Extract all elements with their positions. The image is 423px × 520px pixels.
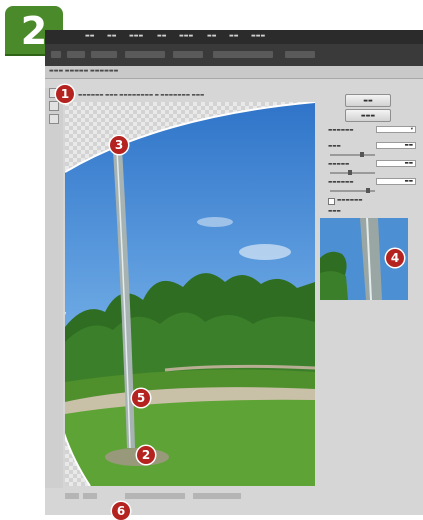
menu-item[interactable]: ▬▬▬	[179, 33, 193, 39]
dialog-title-bar: ▬▬▬ ▬▬▬▬▬ ▬▬▬▬▬▬	[45, 66, 423, 79]
slider-thumb[interactable]	[366, 188, 370, 193]
menu-item[interactable]: ▬▬	[107, 33, 116, 39]
tool-preset-icon[interactable]	[51, 51, 61, 58]
crop-factor-field[interactable]: ▬▬	[376, 178, 416, 185]
correction-label: ▬▬▬▬▬▬	[328, 128, 354, 133]
callout-badge: 5	[132, 389, 150, 407]
callout-badge: 2	[137, 446, 155, 464]
slider-thumb[interactable]	[348, 170, 352, 175]
constraint-instruction: ▬▬▬▬▬▬ ▬▬▬ ▬▬▬▬▬▬▬▬ ▬ ▬▬▬▬▬▬▬ ▬▬▬	[78, 93, 205, 98]
zoom-in-button[interactable]	[83, 493, 97, 499]
as-shot-label: ▬▬▬▬▬▬	[337, 198, 363, 203]
as-shot-checkbox[interactable]	[328, 198, 335, 205]
focal-length-label: ▬▬▬▬▬	[328, 162, 350, 167]
distorted-panorama-photo	[65, 102, 315, 486]
callout-badge: 1	[56, 85, 74, 103]
crop-factor-label: ▬▬▬▬▬▬	[328, 180, 354, 185]
options-control[interactable]	[125, 51, 165, 58]
scale-field[interactable]: ▬▬	[376, 142, 416, 149]
scale-label: ▬▬▬	[328, 144, 341, 149]
scale-slider[interactable]	[330, 152, 375, 157]
menu-item[interactable]: ▬▬	[157, 33, 166, 39]
menu-item[interactable]: ▬▬	[85, 33, 94, 39]
canvas-zoom-bar	[65, 490, 315, 502]
crop-factor-slider[interactable]	[330, 188, 375, 193]
app-options-bar	[45, 44, 423, 67]
focal-length-field[interactable]: ▬▬	[376, 160, 416, 167]
options-control[interactable]	[173, 51, 203, 58]
menu-item[interactable]: ▬▬	[229, 33, 238, 39]
callout-badge: 6	[112, 502, 130, 520]
cancel-button[interactable]: ▬▬▬	[345, 109, 391, 122]
menu-item[interactable]: ▬▬	[207, 33, 216, 39]
filter-dialog: ▬▬▬ ▬▬▬▬▬ ▬▬▬▬▬▬ ▬▬▬▬▬▬ ▬▬▬ ▬▬▬▬▬▬▬▬ ▬ ▬…	[45, 66, 423, 515]
options-control[interactable]	[67, 51, 85, 58]
menu-item[interactable]: ▬▬▬	[251, 33, 265, 39]
callout-badge: 4	[386, 249, 404, 267]
focal-length-slider[interactable]	[330, 170, 375, 175]
show-mesh-checkbox[interactable]	[193, 493, 241, 499]
ok-button[interactable]: ▬▬	[345, 94, 391, 107]
options-control[interactable]	[285, 51, 315, 58]
zoom-out-button[interactable]	[65, 493, 79, 499]
slider-thumb[interactable]	[360, 152, 364, 157]
dialog-title: ▬▬▬ ▬▬▬▬▬ ▬▬▬▬▬▬	[49, 68, 119, 74]
options-control[interactable]	[91, 51, 117, 58]
menu-item[interactable]: ▬▬▬	[129, 33, 143, 39]
image-canvas[interactable]	[65, 102, 315, 486]
detail-loupe-preview	[320, 218, 420, 300]
show-constraints-checkbox[interactable]	[125, 493, 185, 499]
detail-label: ▬▬▬	[328, 209, 341, 214]
correction-dropdown[interactable]: ▾	[376, 126, 416, 133]
dialog-tool-strip	[45, 88, 63, 488]
options-control[interactable]	[213, 51, 273, 58]
app-menu-bar: ▬▬ ▬▬ ▬▬▬ ▬▬ ▬▬▬ ▬▬ ▬▬ ▬▬▬	[45, 30, 423, 44]
callout-badge: 3	[110, 136, 128, 154]
zoom-tool-icon[interactable]	[49, 114, 59, 124]
detail-preview-image	[320, 218, 420, 300]
hand-tool-icon[interactable]	[49, 101, 59, 111]
